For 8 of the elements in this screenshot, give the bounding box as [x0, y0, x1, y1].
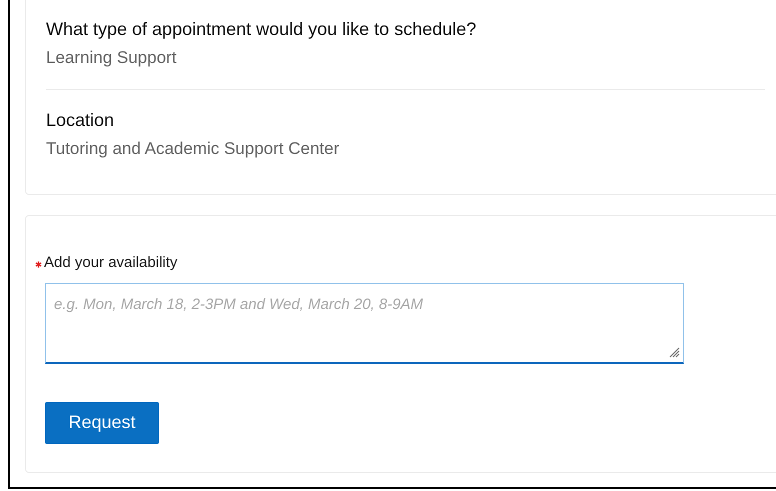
answer-text: Learning Support [46, 47, 178, 69]
availability-label: Add your availability [44, 253, 178, 273]
request-button[interactable]: Request [45, 402, 159, 444]
resize-handle-icon[interactable] [668, 346, 680, 358]
question-label: What type of appointment would you like to schedule? [46, 18, 478, 41]
availability-field[interactable]: e.g. Mon, March 18, 2-3PM and Wed, March 20, 8-9AM [45, 282, 684, 364]
answer-text: Tutoring and Academic Support Center [46, 138, 340, 160]
question-label: Location [46, 109, 116, 132]
